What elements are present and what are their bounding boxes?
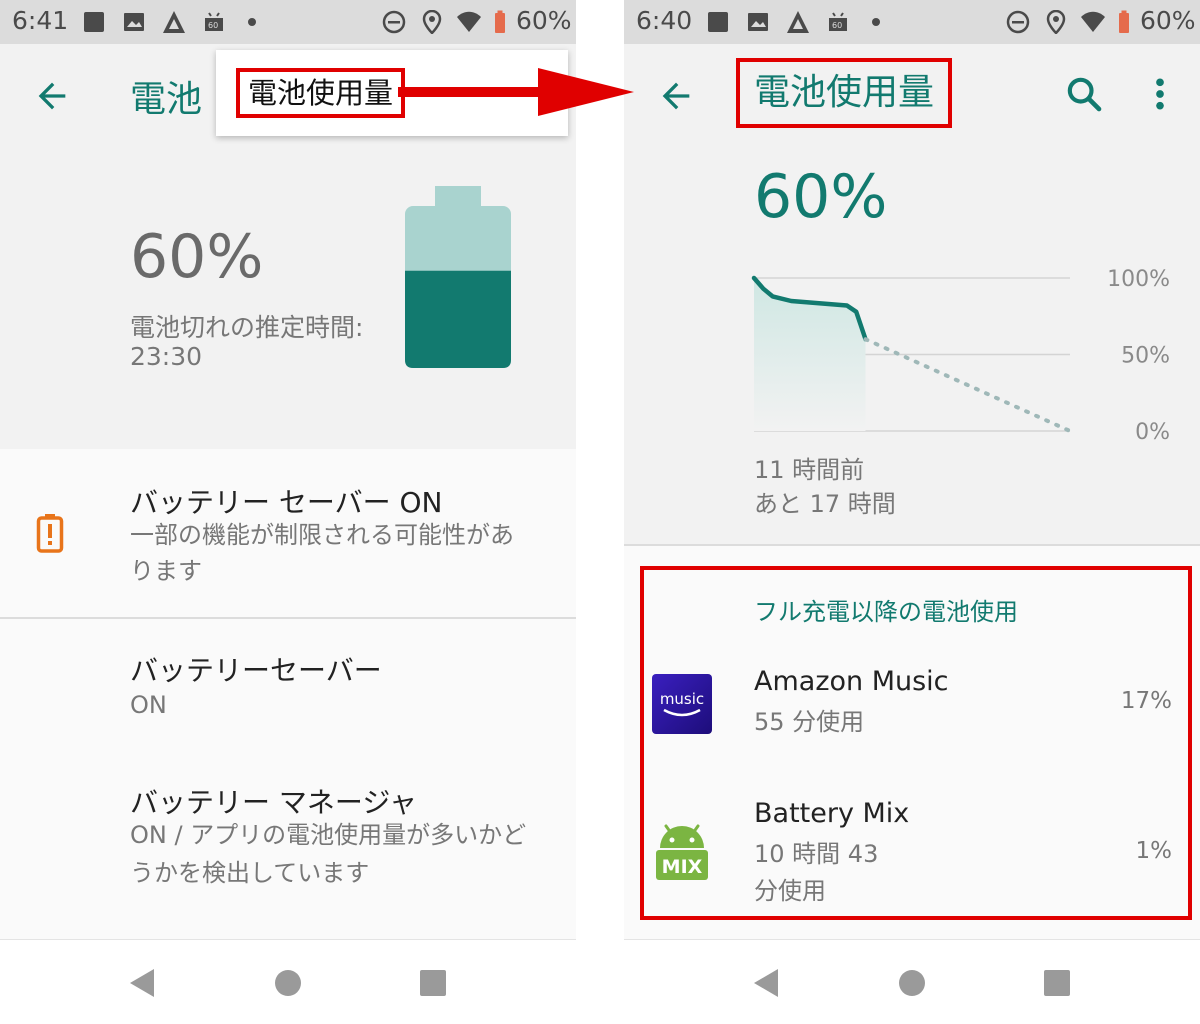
dnd-icon <box>1006 10 1030 34</box>
chart-remaining-label: あと 17 時間 <box>754 490 896 518</box>
status-time: 6:41 <box>12 6 69 35</box>
location-icon <box>420 10 444 34</box>
page-title: 電池 <box>130 79 203 120</box>
amazon-music-app-icon: music <box>652 674 712 734</box>
android-60-icon: 60 <box>826 10 850 34</box>
list-item-subtitle: ります <box>130 557 202 585</box>
nav-recents-icon[interactable] <box>416 966 450 1000</box>
title-highlight-box: 電池使用量 <box>736 58 953 128</box>
status-bar: 6:41 60 60% <box>0 0 576 44</box>
dot-icon <box>244 10 268 34</box>
back-arrow-icon[interactable] <box>32 76 72 116</box>
left-phone-screen: 6:41 60 60% 電池 電池使用量 60% 電池切れの推定時間: 23:3… <box>0 0 576 1024</box>
battery-saver-alert-icon <box>36 514 64 553</box>
app-bar: 電池使用量 <box>624 44 1200 144</box>
list-item-subtitle: 一部の機能が制限される可能性があ <box>130 521 514 549</box>
battery-cap <box>435 186 481 208</box>
battery-fill <box>405 270 511 368</box>
list-item-title: バッテリーセーバー <box>130 654 382 687</box>
list-item-subtitle: ON / アプリの電池使用量が多いかど <box>130 821 527 849</box>
settings-list: バッテリー セーバー ON 一部の機能が制限される可能性があ ります バッテリー… <box>0 449 576 939</box>
page-title: 電池使用量 <box>754 72 935 113</box>
more-vert-icon[interactable] <box>1140 74 1180 114</box>
battery-percent: 60% <box>130 222 264 292</box>
app-name: Battery Mix <box>754 798 910 829</box>
square-icon <box>82 10 106 34</box>
list-item-subtitle: うかを検出しています <box>130 859 370 887</box>
nav-bar <box>0 939 576 1024</box>
app-name: Amazon Music <box>754 666 949 697</box>
amazon-music-icon-text: music <box>660 690 704 708</box>
square-icon <box>706 10 730 34</box>
battery-usage-header: 60% 100% 50% 0% 11 時間前 あと 17 時間 <box>624 144 1200 546</box>
usage-list: フル充電以降の電池使用 music Amazon Music 55 分使用 17… <box>624 546 1200 939</box>
list-item-subtitle: ON <box>130 691 167 719</box>
battery-usage-chart: 100% 50% 0% <box>751 267 1170 445</box>
app-usage-row-battery-mix[interactable]: MIX Battery Mix 10 時間 43 分使用 1% <box>624 780 1200 920</box>
app-usage-time: 10 時間 43 <box>754 840 879 868</box>
search-icon[interactable] <box>1064 74 1104 114</box>
dot-icon <box>868 10 892 34</box>
chart-projection-line <box>863 337 1072 433</box>
battery-icon <box>492 10 508 34</box>
right-phone-screen: 6:40 60 60% 電池使用量 60% 100% 50% 0% 11 時間前… <box>624 0 1200 1024</box>
status-bar: 6:40 60 60% <box>624 0 1200 44</box>
svg-text:60: 60 <box>208 21 218 30</box>
delta-icon <box>786 10 810 34</box>
android-60-icon: 60 <box>202 10 226 34</box>
list-item-battery-manager[interactable]: バッテリー マネージャ ON / アプリの電池使用量が多いかど うかを検出してい… <box>0 749 576 919</box>
image-icon <box>122 10 146 34</box>
list-item-title: バッテリー マネージャ <box>130 786 417 819</box>
app-usage-percent: 1% <box>1135 838 1173 864</box>
battery-mix-icon-text: MIX <box>662 856 703 878</box>
list-item-battery-saver[interactable]: バッテリーセーバー ON <box>0 619 576 749</box>
status-battery-percent: 60% <box>516 6 572 35</box>
location-icon <box>1044 10 1068 34</box>
app-usage-time: 55 分使用 <box>754 708 865 736</box>
battery-status-header: 60% 電池切れの推定時間: 23:30 <box>0 144 576 449</box>
nav-home-icon[interactable] <box>895 966 929 1000</box>
battery-icon <box>1116 10 1132 34</box>
chart-y-tick-label: 0% <box>1135 420 1170 445</box>
list-item-battery-saver-on[interactable]: バッテリー セーバー ON 一部の機能が制限される可能性があ ります <box>0 449 576 617</box>
image-icon <box>746 10 770 34</box>
estimate-time: 23:30 <box>130 342 203 371</box>
wifi-icon <box>454 10 484 34</box>
nav-home-icon[interactable] <box>271 966 305 1000</box>
battery-level-icon <box>405 186 511 368</box>
estimate-label: 電池切れの推定時間: <box>130 313 364 342</box>
svg-text:60: 60 <box>832 21 842 30</box>
status-battery-percent: 60% <box>1140 6 1196 35</box>
nav-back-icon[interactable] <box>750 966 784 1000</box>
dnd-icon <box>382 10 406 34</box>
screenshot-canvas: 6:41 60 60% 電池 電池使用量 60% 電池切れの推定時間: 23:3… <box>0 0 1200 1024</box>
chart-y-tick-label: 50% <box>1121 344 1170 369</box>
status-time: 6:40 <box>636 6 693 35</box>
delta-icon <box>162 10 186 34</box>
app-usage-time: 分使用 <box>754 877 826 905</box>
annotation-arrow-icon <box>398 68 634 116</box>
chart-y-tick-label: 100% <box>1107 267 1170 292</box>
nav-recents-icon[interactable] <box>1040 966 1074 1000</box>
back-arrow-icon[interactable] <box>656 76 696 116</box>
app-usage-row-amazon-music[interactable]: music Amazon Music 55 分使用 17% <box>624 646 1200 766</box>
section-title: フル充電以降の電池使用 <box>754 598 1018 626</box>
battery-mix-app-icon: MIX <box>656 824 708 880</box>
list-item-title: バッテリー セーバー ON <box>130 486 443 519</box>
wifi-icon <box>1078 10 1108 34</box>
chart-start-label: 11 時間前 <box>754 456 865 484</box>
app-usage-percent: 17% <box>1120 688 1172 714</box>
nav-back-icon[interactable] <box>126 966 160 1000</box>
menu-item-battery-usage[interactable]: 電池使用量 <box>236 68 406 118</box>
nav-bar <box>624 939 1200 1024</box>
